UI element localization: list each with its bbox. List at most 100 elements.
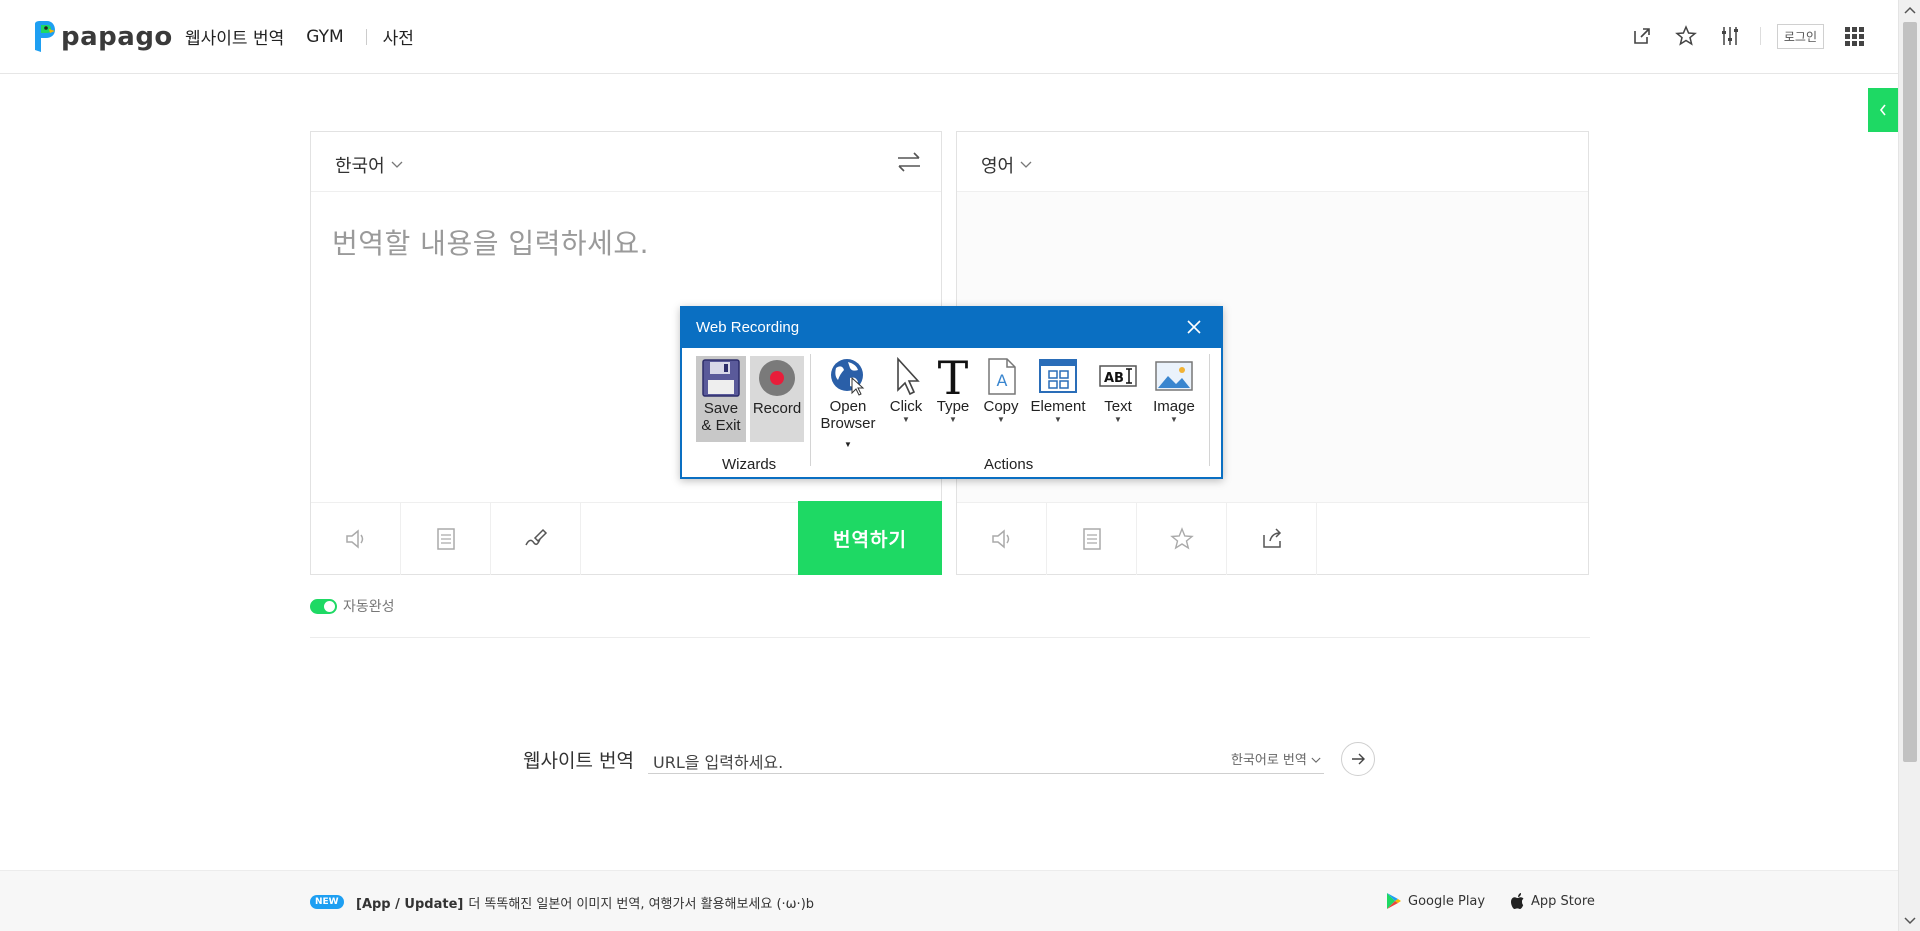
news-link[interactable]: [App / Update] 더 똑똑해진 일본어 이미지 번역, 여행가서 활용… [356, 893, 814, 912]
nav-dictionary[interactable]: 사전 [383, 24, 414, 49]
chevron-down-icon [1311, 757, 1321, 763]
open-new-window-icon[interactable] [1628, 22, 1656, 50]
click-dropdown-caret: ▼ [902, 415, 910, 424]
record-button[interactable]: Record [750, 356, 804, 442]
save-exit-label-1: Save [703, 400, 739, 417]
copy-source-button[interactable] [401, 503, 491, 575]
page-footer: NEW [App / Update] 더 똑똑해진 일본어 이미지 번역, 여행가… [0, 870, 1898, 931]
url-target-language-select[interactable]: 한국어로 번역 [1231, 749, 1321, 768]
google-play-link[interactable]: Google Play [1386, 892, 1485, 910]
app-store-link[interactable]: App Store [1509, 892, 1595, 910]
image-action-button[interactable]: Image ▼ [1148, 356, 1200, 424]
section-divider [310, 637, 1590, 638]
click-action-button[interactable]: Click ▼ [886, 356, 926, 424]
share-button[interactable] [1227, 503, 1317, 575]
svg-text:T: T [938, 356, 969, 396]
login-button[interactable]: 로그인 [1776, 23, 1824, 49]
papago-logo[interactable]: papago [31, 20, 173, 54]
ribbon-group-separator [1209, 354, 1210, 466]
url-go-button[interactable] [1341, 742, 1375, 776]
source-panel-header: 한국어 [311, 132, 941, 192]
listen-target-button[interactable] [957, 503, 1047, 575]
chevron-left-icon [1879, 104, 1886, 116]
copy-action-button[interactable]: A Copy ▼ [980, 356, 1022, 424]
text-field-icon: AB [1099, 365, 1137, 387]
speaker-icon [345, 529, 363, 549]
element-action-button[interactable]: Element ▼ [1028, 356, 1088, 424]
dialog-title: Web Recording [696, 319, 800, 336]
target-panel-footer [957, 502, 1588, 575]
side-panel-toggle[interactable] [1868, 88, 1898, 132]
handwriting-pen-icon [524, 528, 547, 546]
star-icon [1169, 527, 1194, 550]
listen-source-button[interactable] [311, 503, 401, 575]
nav-website-translate[interactable]: 웹사이트 번역 [185, 24, 284, 49]
scroll-up-arrow-icon[interactable] [1899, 0, 1920, 20]
nav-gym[interactable]: GYM [306, 27, 343, 47]
open-browser-label-1: Open [829, 398, 867, 415]
wizards-group-label: Wizards [722, 456, 777, 473]
autocomplete-label: 자동완성 [343, 599, 395, 615]
website-translate-label: 웹사이트 번역 [523, 750, 634, 772]
type-dropdown-caret: ▼ [949, 415, 957, 424]
copy-target-button[interactable] [1047, 503, 1137, 575]
share-icon [1262, 528, 1281, 548]
image-label: Image [1153, 398, 1195, 415]
news-tag: [App / Update] [356, 897, 464, 912]
type-action-button[interactable]: T Type ▼ [933, 356, 973, 424]
dialog-title-bar[interactable]: Web Recording [682, 308, 1221, 348]
open-browser-button[interactable]: Open Browser ▼ [816, 356, 880, 453]
image-dropdown-caret: ▼ [1170, 415, 1178, 424]
page-scrollbar[interactable] [1898, 0, 1920, 931]
globe-cursor-icon [831, 359, 865, 396]
autocomplete-toggle[interactable]: 자동완성 [310, 596, 395, 616]
copy-label: Copy [983, 398, 1019, 415]
close-icon[interactable] [1185, 318, 1203, 336]
target-language-label: 영어 [981, 156, 1015, 177]
new-badge: NEW [310, 895, 344, 909]
mouse-pointer-icon [897, 356, 920, 396]
document-icon [436, 528, 455, 550]
svg-text:AB: AB [1104, 371, 1124, 386]
text-action-button[interactable]: AB Text ▼ [1096, 356, 1140, 424]
click-label: Click [889, 398, 923, 415]
scroll-down-arrow-icon[interactable] [1899, 911, 1920, 931]
save-exit-button[interactable]: Save & Exit [696, 356, 746, 442]
speaker-icon [991, 529, 1009, 549]
document-icon [1082, 528, 1101, 550]
text-label: Text [1104, 398, 1132, 415]
actions-group-label: Actions [984, 456, 1034, 473]
header-icons: 로그인 [1612, 22, 1868, 50]
source-language-select[interactable]: 한국어 [335, 152, 403, 178]
scroll-thumb[interactable] [1903, 22, 1917, 762]
record-icon [759, 360, 795, 396]
google-play-icon [1387, 893, 1401, 909]
settings-sliders-icon[interactable] [1716, 22, 1744, 50]
website-translate-bar: 웹사이트 번역 URL을 입력하세요. 한국어로 번역 [523, 742, 1376, 784]
chevron-down-icon [391, 161, 403, 168]
source-text-input[interactable]: 번역할 내용을 입력하세요. [332, 222, 649, 262]
record-label: Record [752, 400, 802, 417]
header-separator [1759, 27, 1761, 45]
apps-grid-icon[interactable] [1840, 22, 1868, 50]
translate-button[interactable]: 번역하기 [798, 501, 942, 575]
top-header: papago 웹사이트 번역 GYM 사전 로그인 [0, 0, 1898, 74]
favorite-star-icon[interactable] [1672, 22, 1700, 50]
copy-document-icon: A [988, 358, 1016, 395]
element-dropdown-caret: ▼ [1054, 415, 1062, 424]
toggle-switch[interactable] [310, 598, 337, 614]
swap-languages-icon[interactable] [895, 150, 923, 174]
svg-text:A: A [997, 371, 1008, 390]
save-favorite-button[interactable] [1137, 503, 1227, 575]
type-label: Type [936, 398, 970, 415]
google-play-label: Google Play [1408, 893, 1486, 909]
nav-separator [365, 28, 367, 45]
handwriting-button[interactable] [491, 503, 581, 575]
target-language-select[interactable]: 영어 [981, 152, 1032, 178]
main-nav: 웹사이트 번역 GYM 사전 [185, 24, 436, 50]
source-language-label: 한국어 [335, 156, 385, 177]
logo-text: papago [61, 22, 173, 52]
web-recording-dialog: Web Recording Save & Exit Record Wizards [680, 306, 1223, 479]
text-dropdown-caret: ▼ [1114, 415, 1122, 424]
image-icon [1155, 361, 1193, 391]
